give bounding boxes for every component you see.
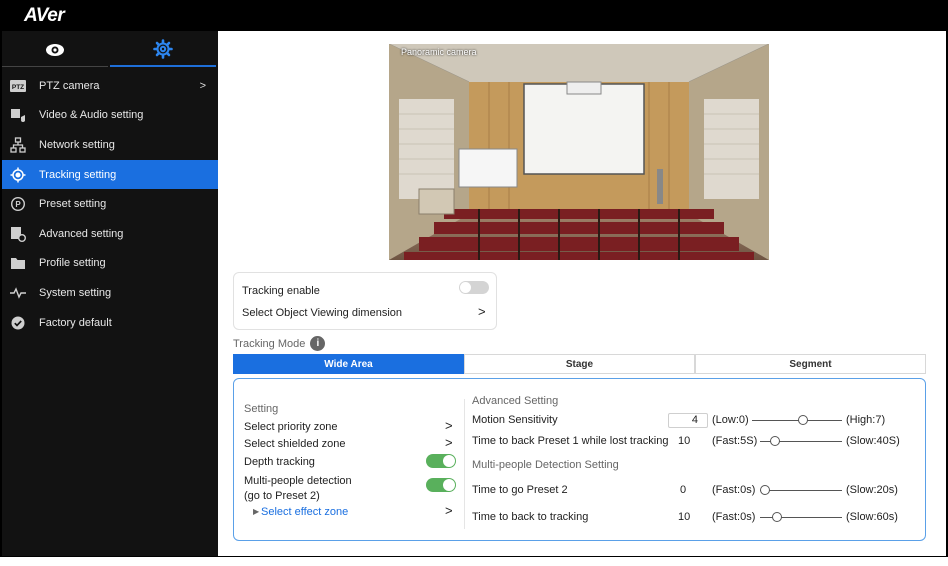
multi-people-label: Multi-people detection: [244, 475, 352, 487]
sidebar-item-label: PTZ camera: [39, 79, 100, 92]
sidebar-item-label: Video & Audio setting: [39, 109, 144, 122]
tab-segment[interactable]: Segment: [695, 354, 926, 374]
tracking-enable-card: Tracking enable Select Object Viewing di…: [233, 272, 497, 330]
sidebar-item-system[interactable]: System setting: [2, 278, 218, 308]
multi-people-sublabel: (go to Preset 2): [244, 490, 320, 502]
expand-triangle-icon[interactable]: ▶: [253, 507, 259, 516]
sidebar-item-label: Factory default: [39, 316, 112, 329]
tracking-mode-label: Tracking Mode i: [233, 336, 326, 351]
setting-header: Setting: [244, 403, 279, 415]
back-preset1-label: Time to back Preset 1 while lost trackin…: [472, 435, 669, 447]
ptz-icon: PTZ: [10, 78, 26, 94]
eye-icon: [46, 43, 64, 56]
check-circle-icon: [10, 315, 26, 331]
tab-wide-area[interactable]: Wide Area: [233, 354, 464, 374]
sidebar-item-label: Preset setting: [39, 198, 107, 211]
folder-icon: [10, 255, 26, 271]
go-preset2-low-label: (Fast:0s): [712, 484, 756, 496]
sidebar-item-advanced[interactable]: Advanced setting: [2, 219, 218, 249]
sidebar-tabs: [2, 33, 218, 69]
panoramic-camera-preview: Panoramic camera: [389, 44, 769, 260]
sidebar-item-tracking[interactable]: Tracking setting: [2, 159, 218, 190]
sidebar-item-label: Tracking setting: [39, 168, 117, 181]
aver-logo: AVer: [24, 5, 65, 26]
go-preset2-slider[interactable]: [760, 485, 842, 495]
wide-area-settings-panel: Setting Select priority zone > Select sh…: [233, 378, 926, 541]
back-tracking-low-label: (Fast:0s): [712, 511, 756, 523]
slider-thumb[interactable]: [760, 485, 770, 495]
advanced-setting-header: Advanced Setting: [472, 395, 559, 407]
motion-sensitivity-input[interactable]: 4: [668, 413, 708, 428]
sidebar-item-profile[interactable]: Profile setting: [2, 249, 218, 279]
depth-tracking-label: Depth tracking: [244, 456, 315, 468]
sidebar-item-network[interactable]: Network setting: [2, 130, 218, 160]
tab-settings[interactable]: [110, 33, 216, 67]
chevron-right-icon[interactable]: >: [478, 304, 486, 319]
sidebar-item-preset[interactable]: P Preset setting: [2, 189, 218, 219]
svg-text:P: P: [15, 200, 21, 209]
slider-track: [752, 420, 842, 421]
back-preset1-slider[interactable]: [760, 436, 842, 446]
multi-people-setting-header: Multi-people Detection Setting: [472, 459, 619, 471]
sidebar-menu: PTZ PTZ camera > Video & Audio setting N…: [2, 71, 218, 337]
tab-stage[interactable]: Stage: [464, 354, 695, 374]
bottom-border: [0, 556, 948, 566]
chevron-right-icon[interactable]: >: [445, 503, 453, 518]
motion-high-label: (High:7): [846, 414, 886, 426]
sidebar-item-factory-default[interactable]: Factory default: [2, 308, 218, 338]
sidebar-item-label: System setting: [39, 286, 112, 299]
sidebar-item-label: Advanced setting: [39, 227, 124, 240]
motion-sensitivity-label: Motion Sensitivity: [472, 414, 558, 426]
top-bar: AVer: [0, 0, 948, 31]
sidebar: PTZ PTZ camera > Video & Audio setting N…: [2, 31, 218, 556]
sidebar-item-label: Profile setting: [39, 257, 106, 270]
viewing-dimension-label[interactable]: Select Object Viewing dimension: [242, 307, 402, 319]
tracking-mode-text: Tracking Mode: [233, 337, 306, 350]
sidebar-item-label: Network setting: [39, 138, 115, 151]
effect-zone-link[interactable]: Select effect zone: [261, 506, 348, 518]
go-preset2-high-label: (Slow:20s): [846, 484, 898, 496]
back-preset1-low-label: (Fast:5S): [712, 435, 758, 447]
back-tracking-value[interactable]: 10: [678, 511, 690, 523]
classroom-image: [389, 44, 769, 260]
multi-people-toggle[interactable]: [426, 478, 456, 492]
camera-label: Panoramic camera: [401, 47, 477, 57]
back-preset1-high-label: (Slow:40S): [846, 435, 900, 447]
chevron-right-icon[interactable]: >: [445, 418, 453, 433]
gear-icon: [153, 39, 173, 59]
sidebar-item-video-audio[interactable]: Video & Audio setting: [2, 101, 218, 131]
slider-thumb[interactable]: [772, 512, 782, 522]
slider-track: [760, 490, 842, 491]
svg-text:PTZ: PTZ: [12, 84, 24, 91]
tab-view[interactable]: [2, 33, 108, 67]
back-tracking-slider[interactable]: [760, 512, 842, 522]
chevron-right-icon: >: [199, 79, 206, 92]
slider-thumb[interactable]: [798, 415, 808, 425]
back-preset1-value[interactable]: 10: [678, 435, 690, 447]
back-tracking-label: Time to back to tracking: [472, 511, 589, 523]
back-tracking-high-label: (Slow:60s): [846, 511, 898, 523]
tracking-icon: [10, 167, 26, 183]
slider-thumb[interactable]: [770, 436, 780, 446]
column-divider: [464, 399, 465, 529]
motion-sensitivity-slider[interactable]: [752, 415, 842, 425]
priority-zone-label[interactable]: Select priority zone: [244, 421, 338, 433]
go-preset2-label: Time to go Preset 2: [472, 484, 568, 496]
tracking-enable-label: Tracking enable: [242, 285, 320, 297]
advanced-icon: [10, 226, 26, 242]
tracking-enable-toggle[interactable]: [459, 281, 489, 294]
info-icon[interactable]: i: [310, 336, 326, 351]
motion-low-label: (Low:0): [712, 414, 749, 426]
network-icon: [10, 137, 26, 153]
video-audio-icon: [10, 107, 26, 123]
shielded-zone-label[interactable]: Select shielded zone: [244, 438, 346, 450]
pulse-icon: [10, 285, 26, 301]
preset-icon: P: [10, 196, 26, 212]
tracking-mode-tabs: Wide Area Stage Segment: [233, 354, 926, 374]
chevron-right-icon[interactable]: >: [445, 435, 453, 450]
sidebar-item-ptz-camera[interactable]: PTZ PTZ camera >: [2, 71, 218, 101]
depth-tracking-toggle[interactable]: [426, 454, 456, 468]
go-preset2-value[interactable]: 0: [680, 484, 686, 496]
